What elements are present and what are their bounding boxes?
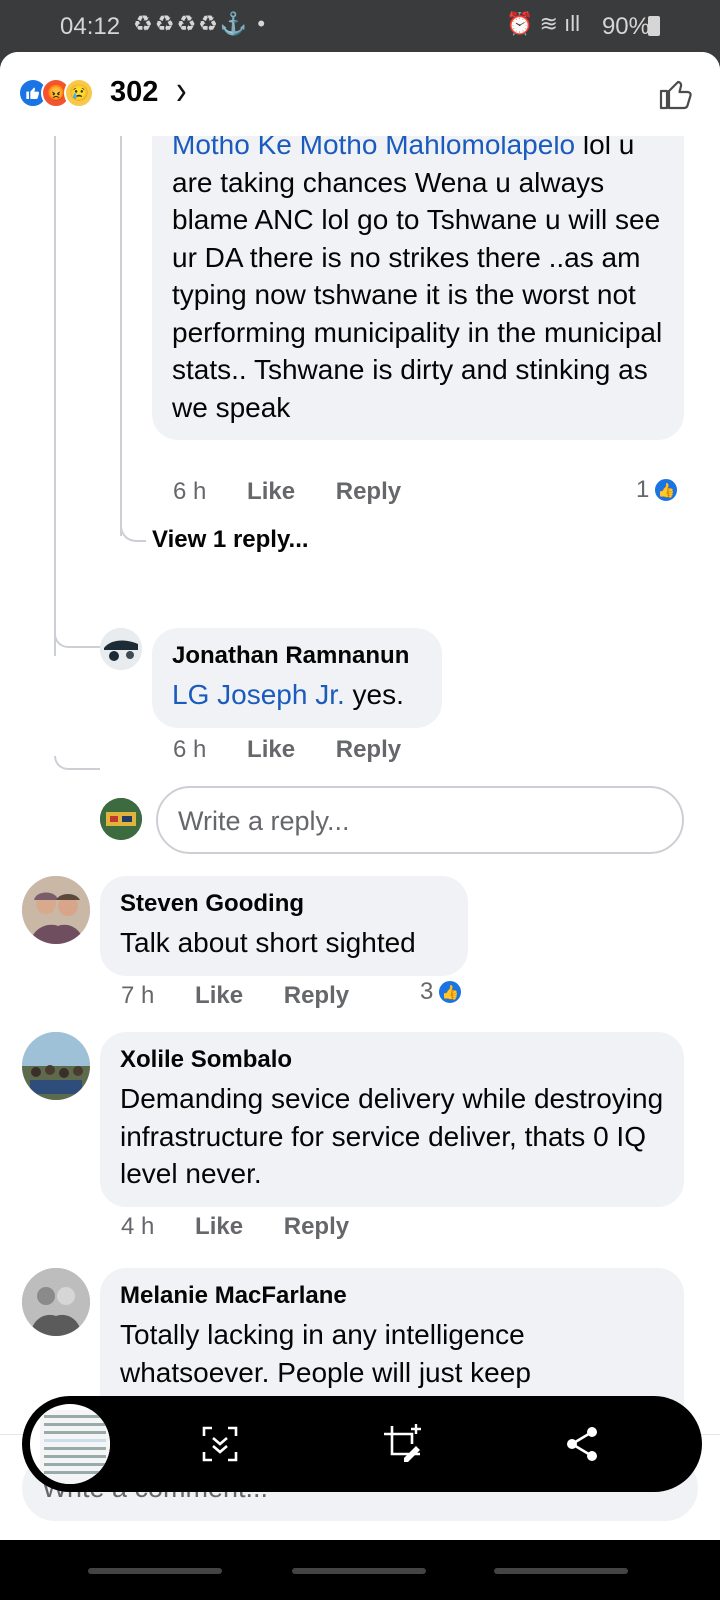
crop-edit-icon[interactable] xyxy=(380,1422,424,1466)
reaction-count[interactable]: 302 xyxy=(110,76,158,109)
reaction-icons[interactable]: 😡 😢 xyxy=(18,78,94,108)
commenter-name[interactable]: Steven Gooding xyxy=(120,890,448,918)
comment-bubble[interactable]: Steven Gooding Talk about short sighted xyxy=(100,876,468,976)
current-user-avatar xyxy=(100,798,142,840)
comment-like-count[interactable]: 3 👍 xyxy=(420,978,464,1006)
screenshot-toolbar xyxy=(22,1396,702,1492)
mention-link[interactable]: Motho Ke Motho Mahlomolapelo xyxy=(172,136,575,160)
reply-button[interactable]: Reply xyxy=(284,982,349,1009)
comment-actions: 6 h Like Reply xyxy=(173,478,435,506)
comment-time: 6 h xyxy=(173,736,207,763)
thread-connector xyxy=(54,634,100,648)
scroll-capture-icon[interactable] xyxy=(198,1422,242,1466)
comment-actions: 7 h Like Reply xyxy=(121,982,383,1010)
thread-line xyxy=(120,136,122,536)
reply-button[interactable]: Reply xyxy=(336,478,401,505)
status-time: 04:12 xyxy=(60,13,121,40)
like-button[interactable]: Like xyxy=(247,736,295,763)
system-navigation-bar xyxy=(0,1540,720,1600)
view-replies-link[interactable]: View 1 reply... xyxy=(152,526,309,554)
comment-time: 6 h xyxy=(173,478,207,505)
comment-actions: 4 h Like Reply xyxy=(121,1213,383,1241)
comment-bubble[interactable]: Jonathan Ramnanun LG Joseph Jr. yes. xyxy=(152,628,442,728)
thread-connector xyxy=(120,520,146,542)
comment-bubble[interactable]: Motho Ke Motho Mahlomolapelo lol u are t… xyxy=(152,136,684,440)
avatar[interactable] xyxy=(22,1268,90,1336)
avatar[interactable] xyxy=(22,876,90,944)
commenter-name[interactable]: Jonathan Ramnanun xyxy=(172,642,422,670)
share-icon[interactable] xyxy=(560,1422,604,1466)
notification-icons: ♻♻♻♻⚓ • xyxy=(133,11,268,36)
screenshot-thumbnail[interactable] xyxy=(26,1400,114,1488)
thread-line xyxy=(54,136,56,656)
home-button[interactable] xyxy=(292,1568,426,1574)
like-button[interactable]: Like xyxy=(247,478,295,505)
sad-reaction-icon: 😢 xyxy=(64,78,94,108)
like-thumb-icon[interactable] xyxy=(658,76,694,112)
status-bar: 04:12 ♻♻♻♻⚓ • ⏰ ≋ ıll 90% xyxy=(0,0,720,52)
reply-button[interactable]: Reply xyxy=(284,1213,349,1240)
reply-input[interactable]: Write a reply... xyxy=(156,786,684,854)
battery-level: 90% xyxy=(601,13,650,40)
comments-sheet: 😡 😢 302 › Motho Ke Motho Mahlomolapelo l… xyxy=(0,52,720,1540)
comment-text: Motho Ke Motho Mahlomolapelo lol u are t… xyxy=(172,136,664,426)
commenter-name[interactable]: Melanie MacFarlane xyxy=(120,1282,664,1310)
comment-text: Talk about short sighted xyxy=(120,927,416,958)
mention-link[interactable]: LG Joseph Jr. xyxy=(172,679,345,710)
comment-text: Demanding sevice delivery while destroyi… xyxy=(120,1083,664,1189)
avatar[interactable] xyxy=(22,1032,90,1100)
alarm-wifi-signal-icons: ⏰ ≋ ıll xyxy=(506,11,580,36)
battery-icon xyxy=(648,16,660,36)
back-button[interactable] xyxy=(494,1568,628,1574)
chevron-right-icon[interactable]: › xyxy=(176,66,187,114)
recents-button[interactable] xyxy=(88,1568,222,1574)
avatar[interactable] xyxy=(100,628,142,670)
commenter-name[interactable]: Xolile Sombalo xyxy=(120,1046,664,1074)
like-badge-icon: 👍 xyxy=(437,979,464,1005)
comment-time: 4 h xyxy=(121,1213,155,1240)
reactions-header: 😡 😢 302 › xyxy=(0,52,720,136)
comments-list[interactable]: Motho Ke Motho Mahlomolapelo lol u are t… xyxy=(0,136,720,1456)
reply-button[interactable]: Reply xyxy=(336,736,401,763)
like-button[interactable]: Like xyxy=(195,982,243,1009)
thread-connector xyxy=(54,756,100,770)
comment-time: 7 h xyxy=(121,982,155,1009)
comment-like-count[interactable]: 1 👍 xyxy=(636,476,680,504)
comment-text: LG Joseph Jr. yes. xyxy=(172,679,404,710)
like-button[interactable]: Like xyxy=(195,1213,243,1240)
comment-bubble[interactable]: Xolile Sombalo Demanding sevice delivery… xyxy=(100,1032,684,1207)
comment-actions: 6 h Like Reply xyxy=(173,736,435,764)
like-badge-icon: 👍 xyxy=(653,477,680,503)
